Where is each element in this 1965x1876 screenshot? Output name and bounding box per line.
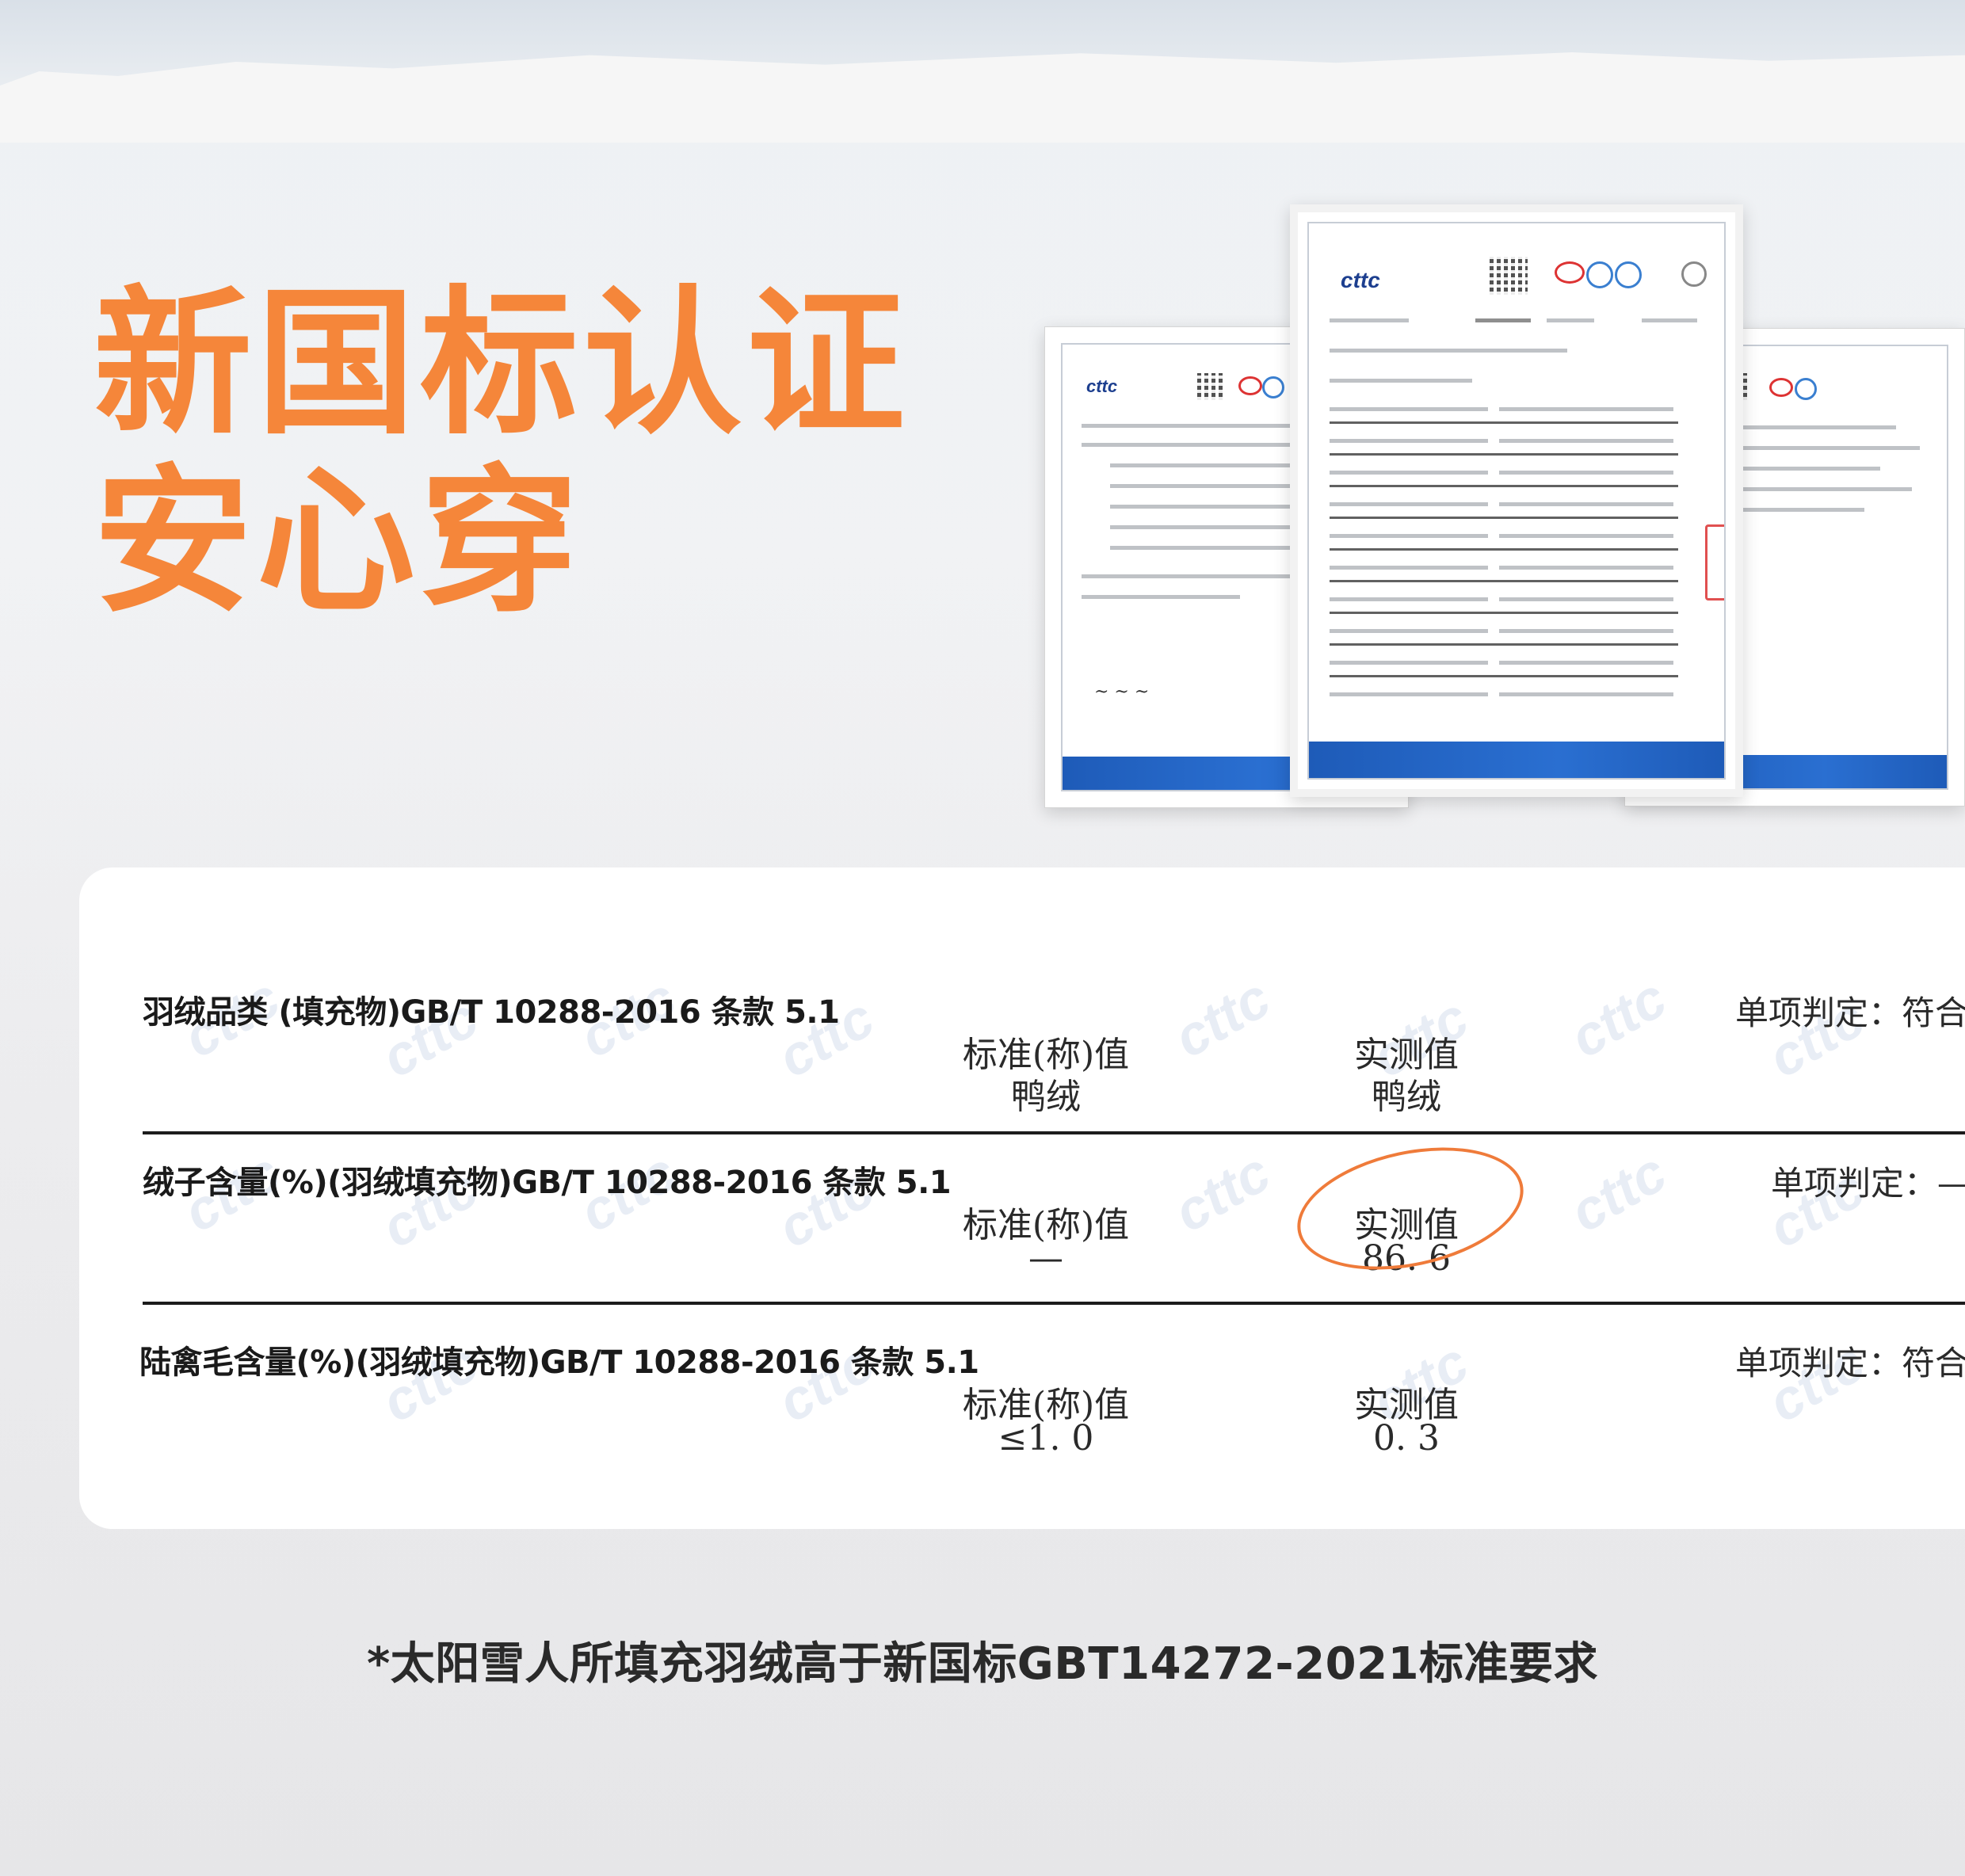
- certification-seal-icon: [1586, 261, 1613, 288]
- footnote: *太阳雪人所填充羽绒高于新国标GBT14272-2021标准要求: [366, 1638, 1599, 1690]
- certification-seal-icon: [1262, 376, 1284, 398]
- certificate-main-frame: cttc: [1307, 222, 1726, 780]
- text-line: [1499, 597, 1673, 601]
- verdict-label: 单项判定：: [1771, 1164, 1938, 1203]
- text-line: [1499, 407, 1673, 411]
- actual-value: 鸭绒: [1372, 1077, 1441, 1117]
- text-line: [1330, 439, 1488, 443]
- result-verdict: 单项判定：—: [1771, 1157, 1965, 1205]
- divider-line: [1330, 453, 1678, 456]
- text-line: [1082, 595, 1240, 599]
- certificate-footer-bar: [1309, 742, 1724, 778]
- text-line: [1499, 661, 1673, 665]
- verdict-value: 符合: [1902, 993, 1965, 1032]
- certificate-main: cttc: [1290, 204, 1743, 797]
- certification-seal-icon: [1681, 261, 1707, 287]
- row-divider: [143, 1131, 1965, 1134]
- text-line: [1330, 407, 1488, 411]
- text-line: [1330, 379, 1472, 383]
- text-line: [1330, 692, 1488, 696]
- standard-value: —: [1028, 1238, 1063, 1279]
- text-line: [1330, 534, 1488, 538]
- certification-seal-icon: [1795, 378, 1817, 400]
- test-results-card: cttc cttc cttc cttc cttc cttc cttc cttc …: [79, 867, 1965, 1529]
- text-line: [1330, 318, 1409, 322]
- text-line: [1499, 439, 1673, 443]
- actual-value: 0. 3: [1373, 1418, 1440, 1458]
- text-line: [1499, 629, 1673, 633]
- divider-line: [1330, 643, 1678, 646]
- standard-value: 鸭绒: [1011, 1077, 1081, 1117]
- qr-code-icon: [1197, 373, 1224, 400]
- cttc-logo: cttc: [1341, 268, 1380, 292]
- text-line: [1330, 566, 1488, 570]
- text-line: [1330, 471, 1488, 475]
- certification-seal-icon: [1555, 261, 1585, 284]
- text-line: [1499, 471, 1673, 475]
- divider-line: [1330, 675, 1678, 677]
- text-line: [1110, 525, 1316, 529]
- text-line: [1499, 566, 1673, 570]
- result-verdict: 单项判定：符合: [1735, 1336, 1965, 1385]
- text-line: [1330, 629, 1488, 633]
- divider-line: [1330, 421, 1678, 424]
- result-title: 绒子含量(%)(羽绒填充物)GB/T 10288-2016 条款 5.1: [143, 1165, 952, 1201]
- signature: ~ ~ ~: [1094, 682, 1150, 702]
- text-line: [1642, 318, 1697, 322]
- text-line: [1330, 597, 1488, 601]
- text-line: [1475, 318, 1531, 322]
- divider-line: [1330, 548, 1678, 551]
- row-divider: [143, 1302, 1965, 1305]
- certification-seal-icon: [1238, 376, 1262, 395]
- verdict-value: —: [1937, 1164, 1965, 1203]
- verdict-label: 单项判定：: [1735, 993, 1902, 1032]
- certification-seal-icon: [1615, 261, 1642, 288]
- divider-line: [1330, 612, 1678, 614]
- divider-line: [1330, 517, 1678, 519]
- text-line: [1330, 661, 1488, 665]
- text-line: [1499, 534, 1673, 538]
- text-line: [1499, 502, 1673, 506]
- headline-line-2: 安心穿: [93, 450, 584, 635]
- cttc-logo: cttc: [1086, 376, 1118, 396]
- qr-code-icon: [1490, 257, 1528, 295]
- result-title: 羽绒品类 (填充物)GB/T 10288-2016 条款 5.1: [143, 994, 840, 1031]
- certification-seal-icon: [1769, 378, 1793, 397]
- result-title: 陆禽毛含量(%)(羽绒填充物)GB/T 10288-2016 条款 5.1: [139, 1344, 979, 1381]
- divider-line: [1330, 485, 1678, 487]
- text-line: [1330, 502, 1488, 506]
- result-row-land-fowl-feather: 陆禽毛含量(%)(羽绒填充物)GB/T 10288-2016 条款 5.1 单项…: [79, 1336, 1965, 1507]
- text-line: [1547, 318, 1594, 322]
- red-stamp-icon: [1705, 524, 1724, 601]
- text-line: [1330, 349, 1567, 353]
- verdict-label: 单项判定：: [1735, 1344, 1902, 1382]
- headline-line-1: 新国标认证: [93, 272, 910, 456]
- text-line: [1499, 692, 1673, 696]
- result-verdict: 单项判定：符合: [1735, 986, 1965, 1035]
- verdict-value: 符合: [1902, 1344, 1965, 1382]
- standard-value: ≤1. 0: [998, 1418, 1094, 1458]
- divider-line: [1330, 580, 1678, 582]
